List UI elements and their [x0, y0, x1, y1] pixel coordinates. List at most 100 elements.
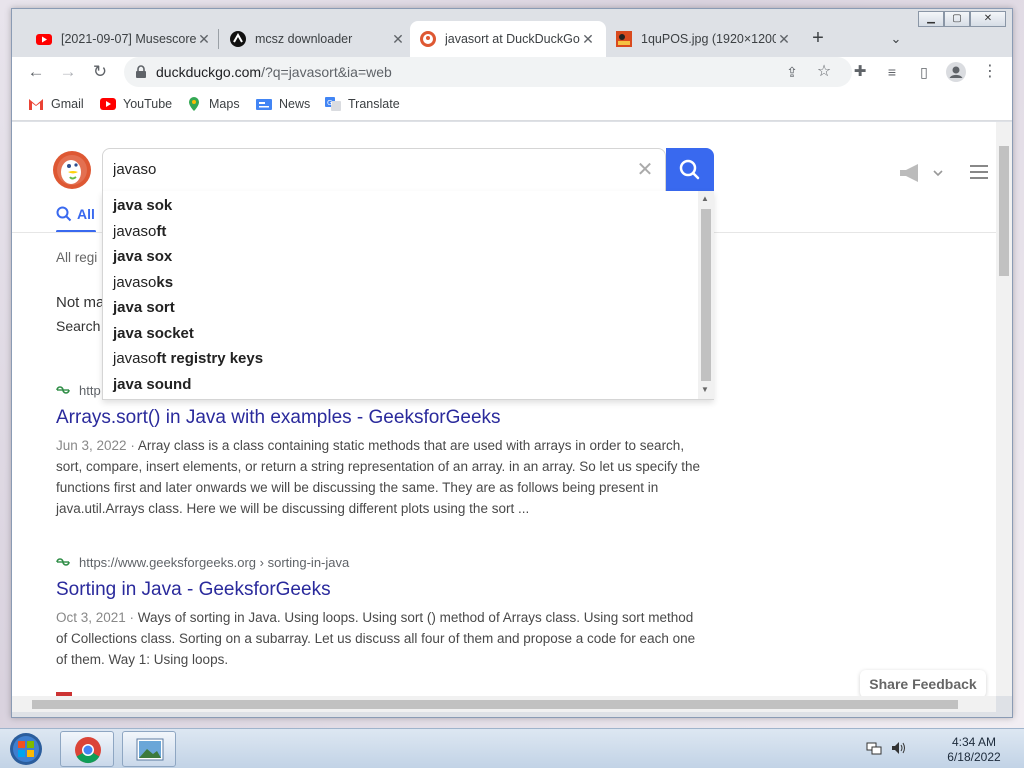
address-bar[interactable]: duckduckgo.com/?q=javasort&ia=web ⇪ ☆	[124, 57, 852, 87]
dropdown-scrollbar[interactable]: ▲ ▼	[698, 191, 714, 399]
close-icon[interactable]: ✕	[390, 31, 406, 48]
suggestion-item[interactable]: java socket	[113, 325, 194, 347]
tab-title: mcsz downloader	[255, 32, 353, 46]
volume-icon[interactable]	[890, 740, 906, 756]
close-window-button[interactable]: ✕	[970, 11, 1006, 27]
gmail-icon	[29, 99, 43, 110]
result-title[interactable]: Arrays.sort() in Java with examples - Ge…	[56, 407, 706, 429]
sidebar-icon[interactable]: ▯	[912, 60, 936, 84]
suggestion-completion: java sok	[113, 197, 173, 214]
result-date: Oct 3, 2021	[56, 610, 126, 625]
result-title[interactable]: Sorting in Java - GeeksforGeeks	[56, 579, 706, 601]
result-snippet-text: Array class is a class containing static…	[56, 438, 701, 516]
minimize-button[interactable]: ▁	[918, 11, 944, 27]
tab-duckduckgo[interactable]: javasort at DuckDuckGo ✕	[410, 21, 606, 57]
close-icon[interactable]: ✕	[580, 31, 596, 48]
suggestion-item[interactable]: javasoks	[113, 274, 173, 296]
bookmarks-bar: Gmail YouTube Maps News G Translate	[12, 87, 1012, 121]
suggestion-item[interactable]: javasoft registry keys	[113, 350, 263, 372]
extensions-icon[interactable]: ✚	[848, 60, 872, 84]
dropdown-scroll-thumb[interactable]	[701, 209, 711, 381]
suggestion-item[interactable]: java sort	[113, 299, 175, 321]
clear-search-icon[interactable]: ✕	[633, 158, 657, 182]
bookmark-label: Translate	[348, 97, 400, 111]
menu-icon[interactable]	[970, 164, 990, 180]
autocomplete-dropdown: java sok javasoft java sox javasoks java sor…	[102, 191, 714, 400]
duckduckgo-logo[interactable]	[52, 150, 92, 190]
region-selector[interactable]: All regi	[56, 250, 97, 265]
taskbar-chrome[interactable]	[60, 731, 114, 767]
duckduckgo-icon	[420, 31, 436, 47]
start-button[interactable]	[6, 731, 46, 767]
search-button[interactable]	[666, 148, 714, 192]
chevron-down-icon[interactable]: ⌄	[884, 27, 908, 51]
result-url[interactable]: https://www.geeksforgeeks.org › sorting-…	[56, 554, 706, 570]
bookmark-translate[interactable]: G Translate	[325, 96, 400, 112]
result-url-text: http	[79, 382, 101, 398]
suggestion-typed-part: javaso	[113, 273, 157, 291]
page-vertical-scrollbar[interactable]	[996, 122, 1012, 696]
bookmark-gmail[interactable]: Gmail	[28, 96, 84, 112]
scroll-down-arrow[interactable]: ▼	[701, 385, 709, 394]
youtube-icon	[36, 34, 52, 45]
result-url-text: https://www.geeksforgeeks.org › sorting-…	[79, 554, 350, 570]
share-icon[interactable]: ⇪	[780, 60, 804, 84]
back-icon[interactable]: ←	[24, 60, 48, 84]
media-icon[interactable]: ≡	[880, 60, 904, 84]
suggestion-item[interactable]: java sok	[113, 197, 172, 219]
search-icon	[679, 159, 700, 180]
scroll-up-arrow[interactable]: ▲	[701, 194, 709, 203]
geeksforgeeks-icon	[56, 386, 70, 394]
suggestion-completion: java sound	[113, 375, 192, 393]
tab-mcsz-downloader[interactable]: mcsz downloader ✕	[220, 21, 416, 57]
suggestion-item[interactable]: java sound	[113, 376, 191, 398]
profile-icon[interactable]	[944, 60, 968, 84]
taskbar-image-viewer[interactable]	[122, 731, 176, 767]
tab-separator	[218, 29, 219, 49]
search-result: https://www.geeksforgeeks.org › sorting-…	[56, 554, 706, 670]
bookmark-label: YouTube	[123, 97, 173, 111]
star-icon[interactable]: ☆	[812, 60, 836, 84]
browser-toolbar: ← → ↻ duckduckgo.com/?q=javasort&ia=web …	[12, 57, 1012, 87]
page-horizontal-scrollbar[interactable]	[12, 696, 996, 712]
tab-all[interactable]: All	[56, 204, 95, 224]
result-snippet: Oct 3, 2021 · Ways of sorting in Java. U…	[56, 610, 696, 667]
tab-musescore[interactable]: [2021-09-07] Musescore ✕	[26, 21, 222, 57]
share-feedback-button[interactable]: Share Feedback	[860, 670, 986, 696]
reload-icon[interactable]: ↻	[88, 60, 112, 84]
maximize-button[interactable]: ▢	[944, 11, 970, 27]
url-path: /?q=javasort&ia=web	[261, 64, 392, 80]
tab-title: [2021-09-07] Musescore	[61, 32, 196, 46]
youtube-icon	[100, 98, 116, 110]
search-input[interactable]	[113, 161, 613, 178]
search-instead-text: Search	[56, 318, 101, 334]
page-content: ✕ All All regi Not ma Search http Arrays…	[12, 122, 996, 696]
forward-icon[interactable]: →	[56, 60, 80, 84]
suggestion-completion: java sort	[113, 299, 175, 316]
suggestion-completion: ft	[156, 222, 167, 240]
suggestion-completion: java sox	[113, 248, 173, 265]
suggestion-item[interactable]: java sox	[113, 248, 172, 270]
system-clock[interactable]: 4:34 AM 6/18/2022	[934, 735, 1014, 765]
network-icon[interactable]	[866, 740, 882, 756]
search-box[interactable]: ✕	[102, 148, 666, 192]
image-icon	[616, 31, 632, 47]
result-snippet-text: Ways of sorting in Java. Using loops. Us…	[56, 610, 696, 667]
more-menu-icon[interactable]: ⋮	[978, 60, 1002, 84]
bookmark-youtube[interactable]: YouTube	[100, 96, 172, 112]
suggestion-item[interactable]: javasoft	[113, 223, 166, 245]
new-tab-button[interactable]: +	[806, 27, 830, 51]
url-text: duckduckgo.com/?q=javasort&ia=web	[156, 64, 392, 80]
horizontal-scroll-thumb[interactable]	[32, 700, 958, 709]
bookmark-maps[interactable]: Maps	[186, 96, 240, 112]
chrome-icon	[75, 737, 101, 764]
megaphone-icon[interactable]	[896, 162, 944, 184]
close-icon[interactable]: ✕	[776, 31, 792, 48]
tab-image[interactable]: 1quPOS.jpg (1920×1200 ✕	[606, 21, 802, 57]
suggestion-completion: ks	[156, 273, 174, 291]
close-icon[interactable]: ✕	[196, 31, 212, 48]
search-icon	[56, 206, 72, 222]
vertical-scroll-thumb[interactable]	[999, 146, 1009, 276]
bookmark-news[interactable]: News	[256, 96, 310, 112]
bookmark-label: News	[279, 97, 311, 111]
